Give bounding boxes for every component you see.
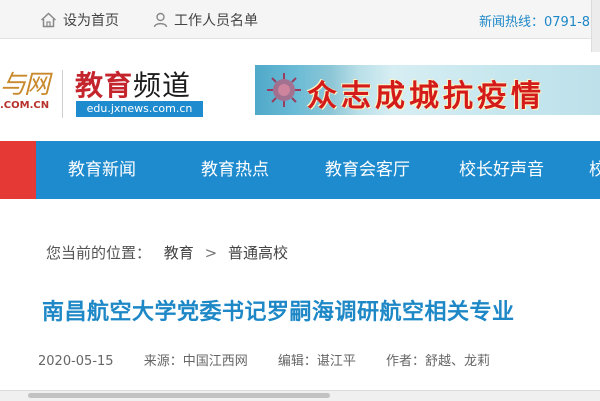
news-hotline: 新闻热线：0791-8 [479, 15, 591, 30]
article-author: 作者：舒越、龙莉 [386, 354, 491, 369]
channel-title[interactable]: 教育频道 [75, 64, 191, 104]
breadcrumb-separator: > [204, 244, 218, 262]
channel-title-bold: 教育 [75, 69, 134, 102]
breadcrumb-cropped: 置： [0, 242, 10, 263]
nav-item-education-lounge[interactable]: 教育会客厅 [325, 141, 410, 199]
staff-list-label: 工作人员名单 [174, 13, 258, 29]
site-logo[interactable]: 与网 [0, 64, 50, 101]
set-home-label: 设为首页 [63, 13, 119, 29]
site-logo-domain: .COM.CN [0, 100, 50, 111]
banner-ad[interactable]: 众志成城抗疫情 [255, 65, 600, 115]
article-source: 来源：中国江西网 [143, 354, 248, 369]
logo-divider [62, 70, 63, 118]
breadcrumb: 您当前的位置： 教育 > 普通高校 [46, 242, 288, 263]
breadcrumb-universities[interactable]: 普通高校 [228, 244, 288, 262]
virus-icon [263, 71, 305, 109]
home-icon [40, 12, 63, 28]
nav-item-education-hot[interactable]: 教育热点 [201, 141, 269, 199]
user-icon [153, 12, 174, 28]
staff-list-link[interactable]: 工作人员名单 [153, 10, 258, 30]
article-meta: 2020-05-15 来源：中国江西网 编辑：谌江平 作者：舒越、龙莉 [38, 350, 516, 369]
channel-title-rest: 频道 [133, 69, 192, 102]
article-title: 南昌航空大学党委书记罗嗣海调研航空相关专业 [42, 300, 515, 325]
set-home-link[interactable]: 设为首页 [40, 10, 119, 30]
horizontal-scrollbar[interactable] [0, 390, 600, 401]
main-nav: 教育新闻 教育热点 教育会客厅 校长好声音 校 [0, 141, 600, 199]
nav-item-school[interactable]: 校 [589, 141, 600, 199]
nav-item-education-news[interactable]: 教育新闻 [68, 141, 136, 199]
breadcrumb-education[interactable]: 教育 [164, 244, 194, 262]
channel-url: edu.jxnews.com.cn [76, 101, 203, 117]
top-bar: 设为首页 工作人员名单 新闻热线：0791-8 [0, 0, 600, 39]
article-date: 2020-05-15 [38, 354, 114, 369]
article-editor: 编辑：谌江平 [277, 354, 356, 369]
nav-item-principal-voice[interactable]: 校长好声音 [459, 141, 544, 199]
vertical-scrollbar[interactable] [591, 0, 600, 52]
banner-slogan: 众志成城抗疫情 [307, 79, 545, 114]
nav-red-block [0, 141, 36, 199]
breadcrumb-prefix: 您当前的位置： [46, 244, 152, 262]
horizontal-scrollbar-thumb[interactable] [28, 393, 330, 398]
